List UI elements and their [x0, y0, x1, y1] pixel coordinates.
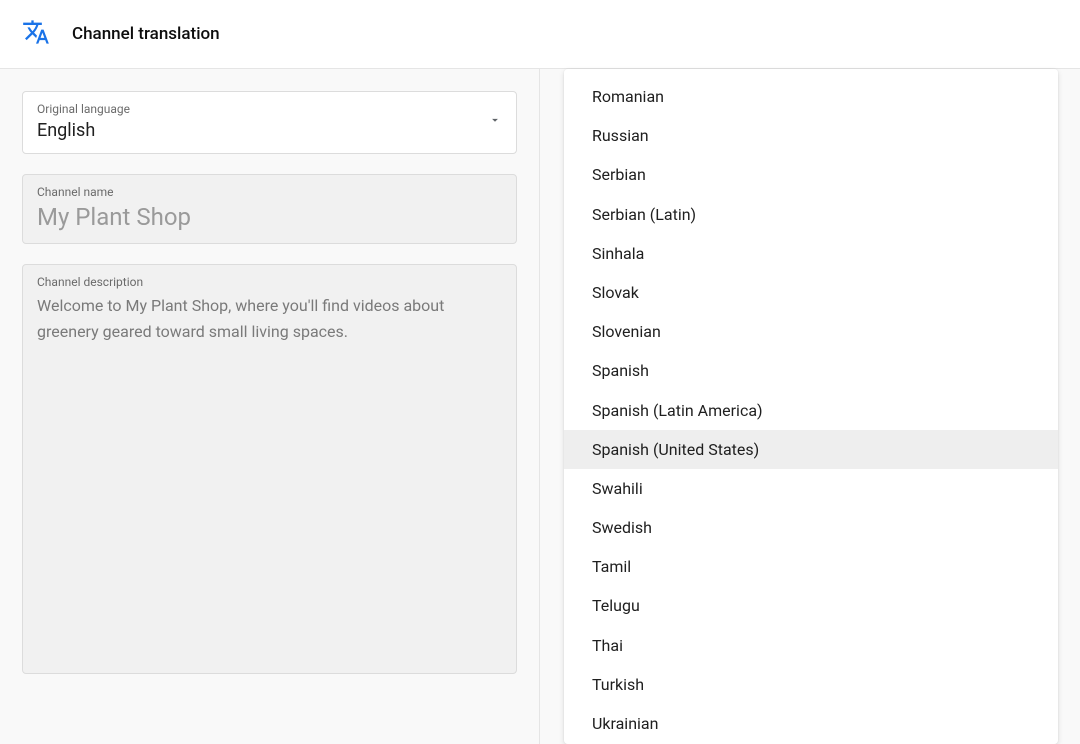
original-language-select[interactable]: Original language English	[22, 91, 517, 154]
language-option[interactable]: Spanish (United States)	[564, 430, 1058, 469]
left-panel: Original language English Channel name M…	[0, 69, 540, 744]
channel-name-value: My Plant Shop	[37, 203, 502, 231]
header: Channel translation	[0, 0, 1080, 69]
content: Original language English Channel name M…	[0, 69, 1080, 744]
language-list[interactable]: RomanianRussianSerbianSerbian (Latin)Sin…	[564, 69, 1058, 744]
language-option[interactable]: Russian	[564, 116, 1058, 155]
original-language-label: Original language	[37, 102, 488, 116]
language-option[interactable]: Sinhala	[564, 234, 1058, 273]
channel-description-value: Welcome to My Plant Shop, where you'll f…	[37, 293, 502, 344]
channel-name-label: Channel name	[37, 185, 502, 199]
language-option[interactable]: Romanian	[564, 77, 1058, 116]
language-option[interactable]: Swahili	[564, 469, 1058, 508]
language-option[interactable]: Swedish	[564, 508, 1058, 547]
channel-name-field: Channel name My Plant Shop	[22, 174, 517, 244]
right-panel: RomanianRussianSerbianSerbian (Latin)Sin…	[540, 69, 1080, 744]
page-title: Channel translation	[72, 24, 220, 44]
language-option[interactable]: Slovenian	[564, 312, 1058, 351]
language-option[interactable]: Telugu	[564, 586, 1058, 625]
language-option[interactable]: Ukrainian	[564, 704, 1058, 743]
translate-icon	[22, 18, 50, 50]
channel-description-label: Channel description	[37, 275, 502, 289]
language-option[interactable]: Serbian	[564, 155, 1058, 194]
language-option[interactable]: Tamil	[564, 547, 1058, 586]
language-option[interactable]: Spanish	[564, 351, 1058, 390]
language-option[interactable]: Spanish (Latin America)	[564, 391, 1058, 430]
chevron-down-icon	[488, 112, 502, 131]
channel-description-field: Channel description Welcome to My Plant …	[22, 264, 517, 674]
language-option[interactable]: Slovak	[564, 273, 1058, 312]
language-option[interactable]: Serbian (Latin)	[564, 195, 1058, 234]
original-language-value: English	[37, 120, 488, 141]
language-option[interactable]: Turkish	[564, 665, 1058, 704]
language-option[interactable]: Thai	[564, 626, 1058, 665]
